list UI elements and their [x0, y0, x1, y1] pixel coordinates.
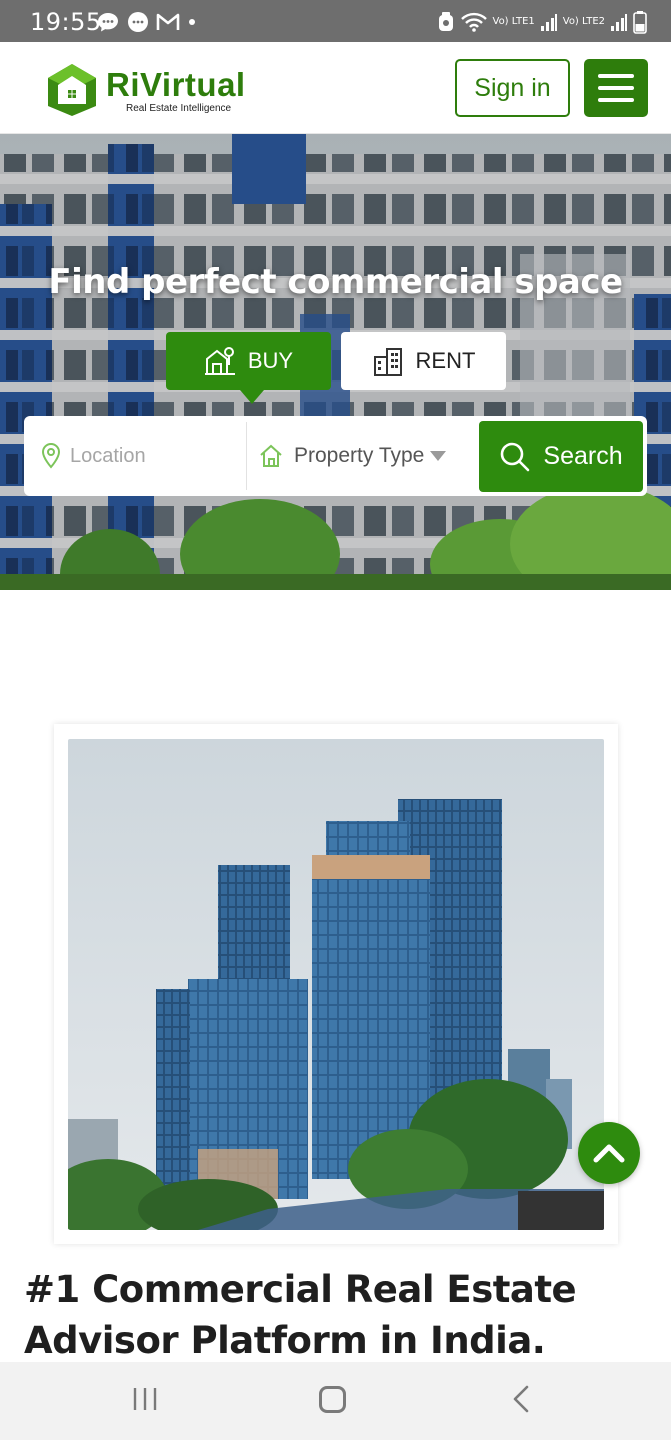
hero-section: Find perfect commercial space BUY RENT L…	[0, 134, 671, 590]
tab-buy-label: BUY	[247, 348, 294, 373]
rent-building-icon	[373, 348, 402, 376]
search-icon	[501, 442, 530, 471]
network-lte1: Vo) LTE1	[492, 16, 535, 27]
menu-bar	[598, 98, 634, 102]
selected-tab-indicator	[240, 390, 264, 404]
tab-rent-label: RENT	[415, 348, 476, 373]
recent-apps-icon[interactable]	[132, 1386, 158, 1412]
screen: 19:55 Vo) LTE1 Vo) LTE2 RiVirtual Real E…	[0, 0, 671, 1440]
network-lte2: Vo) LTE2	[562, 16, 605, 27]
status-time: 19:55	[30, 8, 102, 36]
home-icon	[260, 444, 282, 467]
home-icon[interactable]	[319, 1386, 346, 1413]
menu-bar	[598, 74, 634, 78]
system-nav-bar	[0, 1362, 671, 1440]
sign-in-button[interactable]: Sign in	[455, 59, 570, 117]
caret-down-icon	[430, 451, 447, 461]
menu-button[interactable]	[584, 59, 648, 117]
chat-icon	[98, 13, 118, 32]
page-headline: #1 Commercial Real Estate Advisor Platfo…	[24, 1268, 577, 1362]
message-icon	[128, 12, 148, 32]
field-divider	[246, 422, 247, 490]
house-logo-icon	[48, 64, 96, 116]
chevron-up-icon	[593, 1144, 625, 1163]
office-towers-photo	[68, 739, 604, 1230]
brand-logo[interactable]: RiVirtual Real Estate Intelligence	[44, 62, 304, 118]
back-icon[interactable]	[508, 1384, 534, 1414]
property-type-value: Property Type	[294, 444, 425, 467]
search-button-label: Search	[543, 442, 623, 470]
search-bar: Location Property Type Search	[24, 416, 647, 496]
battery-icon	[633, 11, 647, 34]
signal-icon	[611, 14, 627, 31]
notification-icons	[96, 10, 198, 34]
location-placeholder: Location	[70, 444, 146, 467]
status-bar: 19:55 Vo) LTE1 Vo) LTE2	[0, 0, 671, 42]
tab-buy[interactable]: BUY	[166, 332, 331, 390]
scroll-to-top-button[interactable]	[578, 1122, 640, 1184]
site-header: RiVirtual Real Estate Intelligence Sign …	[0, 42, 671, 134]
skyscrapers-illustration	[68, 739, 604, 1230]
wifi-icon	[460, 12, 487, 32]
hero-building-photo	[0, 134, 671, 590]
menu-bar	[598, 86, 634, 90]
brand-name: RiVirtual	[106, 66, 246, 103]
gmail-icon	[156, 13, 180, 30]
search-button[interactable]: Search	[479, 421, 643, 492]
location-input[interactable]: Location	[40, 416, 246, 496]
location-pin-icon	[41, 442, 61, 469]
hero-title: Find perfect commercial space	[48, 262, 623, 302]
tab-rent[interactable]: RENT	[341, 332, 506, 390]
signal-icon	[540, 14, 557, 31]
property-type-select[interactable]: Property Type	[258, 416, 478, 496]
brand-tagline: Real Estate Intelligence	[126, 103, 232, 114]
system-icons: Vo) LTE1 Vo) LTE2	[437, 8, 648, 36]
dot-icon	[189, 19, 195, 25]
alarm-icon	[438, 12, 453, 31]
feature-image-card	[54, 724, 618, 1244]
buy-house-icon	[204, 347, 235, 375]
